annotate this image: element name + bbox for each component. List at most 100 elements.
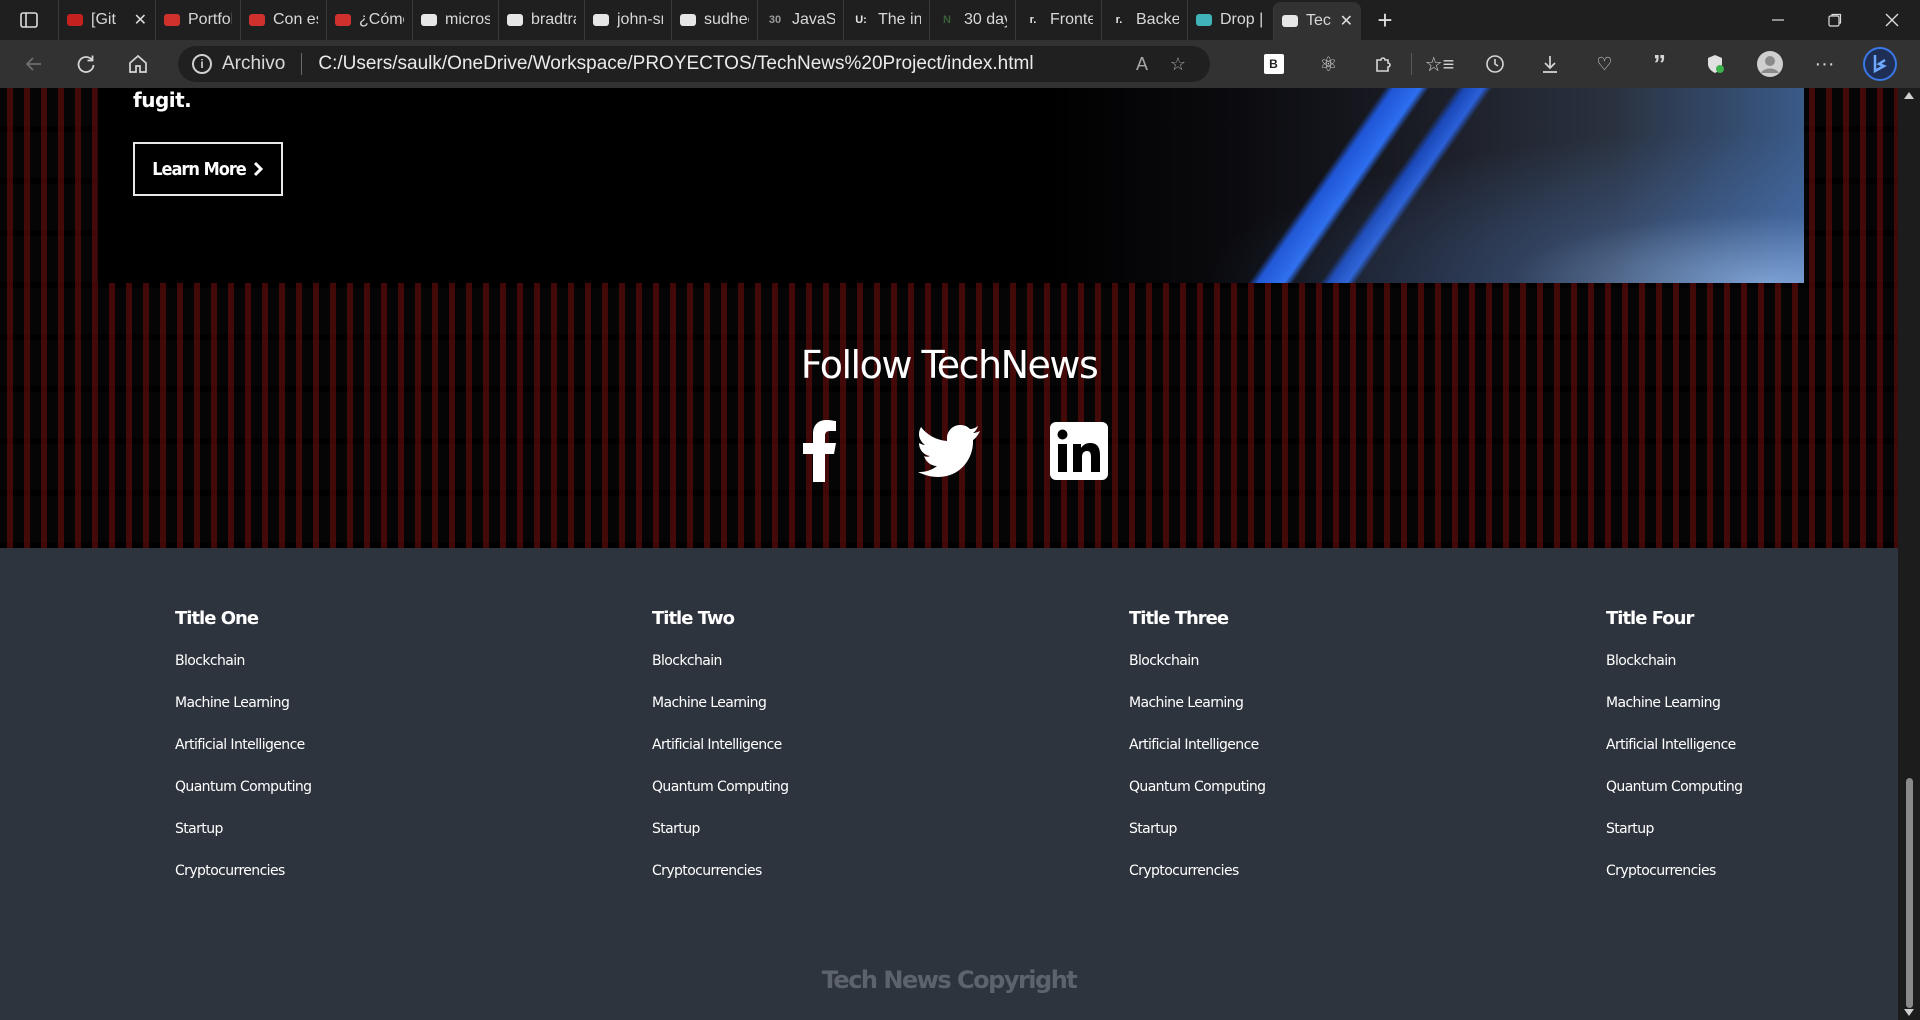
- reload-icon: [77, 55, 95, 73]
- quote-button[interactable]: ”: [1632, 40, 1687, 88]
- footer-link[interactable]: Quantum Computing: [175, 776, 652, 818]
- footer-column: Title Four Blockchain Machine Learning Arti…: [1606, 608, 1898, 902]
- footer-link[interactable]: Startup: [175, 818, 652, 860]
- footer-link[interactable]: Startup: [1129, 818, 1606, 860]
- browser-tab[interactable]: Tech ✕: [1273, 2, 1361, 40]
- footer-link[interactable]: Blockchain: [652, 650, 1129, 692]
- tab-actions-button[interactable]: [0, 0, 58, 40]
- address-bar[interactable]: i Archivo C:/Users/saulk/OneDrive/Worksp…: [178, 46, 1210, 82]
- bing-icon: [1862, 47, 1897, 81]
- footer-link[interactable]: Machine Learning: [1606, 692, 1898, 734]
- home-button[interactable]: [112, 40, 164, 88]
- footer-link[interactable]: Cryptocurrencies: [1606, 860, 1898, 902]
- footer-link[interactable]: Machine Learning: [652, 692, 1129, 734]
- reload-button[interactable]: [60, 40, 112, 88]
- browser-tab[interactable]: Con este: [240, 0, 326, 40]
- footer-link[interactable]: Blockchain: [1129, 650, 1606, 692]
- scroll-up-arrow-icon[interactable]: [1904, 92, 1914, 99]
- settings-more-button[interactable]: ···: [1797, 40, 1852, 88]
- scroll-down-arrow-icon[interactable]: [1904, 1009, 1914, 1016]
- puzzle-icon: [1375, 57, 1391, 72]
- browser-tab[interactable]: [Git ✕: [58, 0, 155, 40]
- close-window-button[interactable]: [1863, 0, 1920, 40]
- download-icon: [1542, 56, 1557, 73]
- browser-tab[interactable]: microsof: [412, 0, 498, 40]
- quote-icon: ”: [1653, 48, 1666, 79]
- browser-tab[interactable]: N 30 days c: [929, 0, 1015, 40]
- minimize-button[interactable]: [1749, 0, 1806, 40]
- copilot-button[interactable]: [1852, 40, 1907, 88]
- learn-more-button[interactable]: Learn More: [133, 142, 283, 196]
- browser-essentials-button[interactable]: [1687, 40, 1742, 88]
- restore-button[interactable]: [1806, 0, 1863, 40]
- tab-bar: [Git ✕ Portfolio Con este ¿Cómo c microsof bra…: [0, 0, 1920, 40]
- home-icon: [129, 54, 147, 73]
- tab-close-icon[interactable]: ✕: [134, 10, 147, 30]
- linkedin-link[interactable]: [1046, 418, 1112, 484]
- browser-tab[interactable]: r. Backend: [1101, 0, 1187, 40]
- facebook-icon: [803, 420, 836, 482]
- footer-link[interactable]: Cryptocurrencies: [652, 860, 1129, 902]
- history-button[interactable]: [1467, 40, 1522, 88]
- footer-link[interactable]: Quantum Computing: [1606, 776, 1898, 818]
- browser-tab[interactable]: U: The inter: [843, 0, 929, 40]
- browser-tab[interactable]: Drop | N: [1187, 0, 1273, 40]
- youtube-icon: [335, 14, 351, 26]
- drop-icon: [1196, 14, 1212, 26]
- extensions-button[interactable]: [1356, 40, 1411, 88]
- footer-link[interactable]: Quantum Computing: [652, 776, 1129, 818]
- twitter-link[interactable]: [916, 418, 982, 484]
- extension-b-icon: B: [1263, 54, 1284, 74]
- footer-link[interactable]: Artificial Intelligence: [1129, 734, 1606, 776]
- footer-link[interactable]: Quantum Computing: [1129, 776, 1606, 818]
- address-divider: [301, 53, 303, 75]
- tab-close-icon[interactable]: ✕: [1340, 11, 1353, 31]
- tab-title: Portfolio: [188, 11, 232, 28]
- browser-tab[interactable]: Portfolio: [155, 0, 240, 40]
- browser-tab[interactable]: 30 JavaScrip: [757, 0, 843, 40]
- downloads-button[interactable]: [1522, 40, 1577, 88]
- tab-title: ¿Cómo c: [359, 11, 404, 28]
- performance-button[interactable]: ♡: [1577, 40, 1632, 88]
- profile-button[interactable]: [1742, 40, 1797, 88]
- address-scheme-label: Archivo: [222, 53, 286, 74]
- footer-link[interactable]: Cryptocurrencies: [175, 860, 652, 902]
- learn-more-label: Learn More: [152, 158, 247, 180]
- footer-column-title: Title Two: [652, 608, 735, 629]
- footer-link[interactable]: Artificial Intelligence: [652, 734, 1129, 776]
- browser-tab[interactable]: ¿Cómo c: [326, 0, 412, 40]
- facebook-link[interactable]: [786, 418, 852, 484]
- restore-icon: [1827, 13, 1841, 27]
- follow-section: Follow TechNews: [0, 343, 1898, 387]
- address-url[interactable]: C:/Users/saulk/OneDrive/Workspace/PROYEC…: [318, 53, 1124, 75]
- footer-link[interactable]: Machine Learning: [1129, 692, 1606, 734]
- react-devtools-button[interactable]: ⚛: [1301, 40, 1356, 88]
- browser-tab[interactable]: bradtrav: [498, 0, 584, 40]
- favorites-button[interactable]: ☆≡: [1412, 40, 1467, 88]
- browser-tab[interactable]: john-smi: [584, 0, 671, 40]
- favorite-star-icon[interactable]: ☆: [1160, 46, 1196, 82]
- page-scrollbar[interactable]: [1898, 88, 1920, 1020]
- footer-link[interactable]: Machine Learning: [175, 692, 652, 734]
- footer-column-title: Title Four: [1606, 608, 1694, 629]
- browser-tab[interactable]: sudheerj: [671, 0, 757, 40]
- social-links: [0, 418, 1898, 484]
- browser-tab[interactable]: r. Frontend: [1015, 0, 1101, 40]
- new-tab-button[interactable]: +: [1361, 0, 1409, 40]
- back-button[interactable]: [8, 40, 60, 88]
- footer-link[interactable]: Blockchain: [1606, 650, 1898, 692]
- copyright-text: Tech News Copyright: [821, 966, 1078, 994]
- extension-b-button[interactable]: B: [1246, 40, 1301, 88]
- footer-link[interactable]: Startup: [1606, 818, 1898, 860]
- footer-link[interactable]: Blockchain: [175, 650, 652, 692]
- footer-link[interactable]: Artificial Intelligence: [1606, 734, 1898, 776]
- footer-link[interactable]: Artificial Intelligence: [175, 734, 652, 776]
- scrollbar-thumb[interactable]: [1906, 778, 1913, 1008]
- tab-title: 30 days c: [964, 11, 1007, 28]
- tab-title: sudheerj: [704, 11, 749, 28]
- footer-link[interactable]: Cryptocurrencies: [1129, 860, 1606, 902]
- read-aloud-icon[interactable]: A: [1124, 46, 1160, 82]
- footer-link[interactable]: Startup: [652, 818, 1129, 860]
- info-icon[interactable]: i: [192, 54, 212, 74]
- toolbar-extensions: B ⚛ ☆≡ ♡ ” ···: [1246, 40, 1907, 88]
